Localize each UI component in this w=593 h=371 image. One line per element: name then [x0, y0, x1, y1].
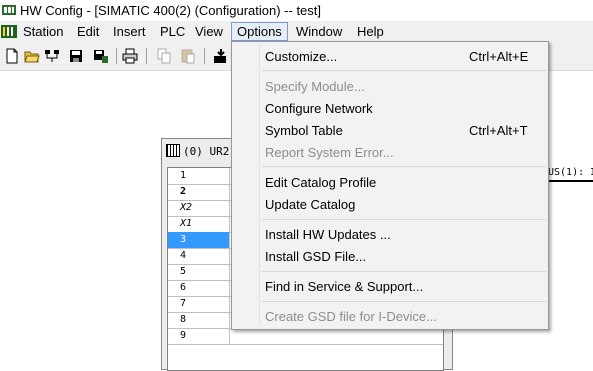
menu-item-label: Edit Catalog Profile [265, 175, 377, 190]
title-bar: HW Config - [SIMATIC 400(2) (Configurati… [0, 0, 593, 21]
menu-window[interactable]: Window [291, 23, 347, 40]
copy-icon[interactable] [156, 48, 172, 64]
menu-insert[interactable]: Insert [108, 23, 151, 40]
slot-number: 6 [168, 280, 230, 296]
menu-item-label: Find in Service & Support... [265, 279, 424, 294]
network-open-icon[interactable] [44, 48, 60, 64]
menu-separator [262, 70, 546, 71]
rack-title: (0) UR2 [166, 144, 229, 160]
menu-bar: Station Edit Insert PLC View Options Win… [0, 21, 593, 42]
print-icon[interactable] [122, 48, 138, 64]
download-icon[interactable] [213, 48, 229, 64]
slot-number: 4 [168, 248, 230, 264]
menu-item-install-hw-updates[interactable]: Install HW Updates ... [234, 223, 546, 245]
menu-separator [262, 219, 546, 220]
menu-item-label: Install HW Updates ... [265, 227, 391, 242]
save-icon[interactable] [68, 48, 84, 64]
menu-item-label: Configure Network [265, 101, 373, 116]
menu-item-customize[interactable]: Customize... Ctrl+Alt+E [234, 45, 546, 67]
menu-view[interactable]: View [190, 23, 228, 40]
toolbar-separator [204, 48, 205, 64]
toolbar-separator [116, 48, 117, 64]
menu-item-specify-module: Specify Module... [234, 75, 546, 97]
save-compile-icon[interactable] [93, 48, 109, 64]
menu-item-create-gsd-file-idevice: Create GSD file for I-Device... [234, 305, 546, 327]
slot-number: 2 [168, 184, 230, 200]
menu-separator [262, 271, 546, 272]
network-label: US(1): I [548, 167, 593, 178]
menu-item-shortcut: Ctrl+Alt+E [469, 49, 529, 64]
menu-plc[interactable]: PLC [155, 23, 190, 40]
menu-separator [262, 301, 546, 302]
menu-station[interactable]: Station [18, 23, 68, 40]
slot-number: 9 [168, 328, 230, 344]
menu-item-update-catalog[interactable]: Update Catalog [234, 193, 546, 215]
hw-config-app-icon [2, 5, 16, 15]
menu-item-install-gsd-file[interactable]: Install GSD File... [234, 245, 546, 267]
menu-item-label: Update Catalog [265, 197, 356, 212]
slot-number: 5 [168, 264, 230, 280]
network-line[interactable] [548, 180, 593, 182]
menu-item-label: Symbol Table [265, 123, 343, 138]
slot-number: X2 [168, 200, 230, 216]
menu-options[interactable]: Options [231, 22, 288, 41]
menu-item-label: Report System Error... [265, 145, 394, 160]
menu-item-label: Customize... [265, 49, 338, 64]
menu-item-label: Create GSD file for I-Device... [265, 309, 437, 324]
rack-slot-row[interactable]: 9 [168, 328, 443, 345]
slot-number: 7 [168, 296, 230, 312]
new-icon[interactable] [4, 48, 20, 64]
menu-separator [262, 166, 546, 167]
menu-item-label: Specify Module... [265, 79, 365, 94]
menu-item-find-in-service-support[interactable]: Find in Service & Support... [234, 275, 546, 297]
slot-number: 1 [168, 168, 230, 184]
window-title: HW Config - [SIMATIC 400(2) (Configurati… [20, 3, 322, 18]
menu-help[interactable]: Help [352, 23, 389, 40]
menu-edit[interactable]: Edit [72, 23, 104, 40]
rack-icon [166, 144, 180, 157]
menu-item-label: Install GSD File... [265, 249, 367, 264]
open-icon[interactable] [24, 48, 40, 64]
toolbar-separator [146, 48, 147, 64]
slot-number: X1 [168, 216, 230, 232]
menu-item-symbol-table[interactable]: Symbol Table Ctrl+Alt+T [234, 119, 546, 141]
menu-item-edit-catalog-profile[interactable]: Edit Catalog Profile [234, 171, 546, 193]
slot-number: 8 [168, 312, 230, 328]
menu-item-shortcut: Ctrl+Alt+T [469, 123, 528, 138]
menu-item-report-system-error: Report System Error... [234, 141, 546, 163]
slot-number: 3 [168, 232, 230, 248]
menu-item-configure-network[interactable]: Configure Network [234, 97, 546, 119]
options-menu: Customize... Ctrl+Alt+E Specify Module..… [231, 41, 549, 330]
station-system-menu-icon[interactable] [1, 24, 17, 39]
paste-icon[interactable] [180, 48, 196, 64]
rack-title-text: (0) UR2 [183, 145, 230, 158]
